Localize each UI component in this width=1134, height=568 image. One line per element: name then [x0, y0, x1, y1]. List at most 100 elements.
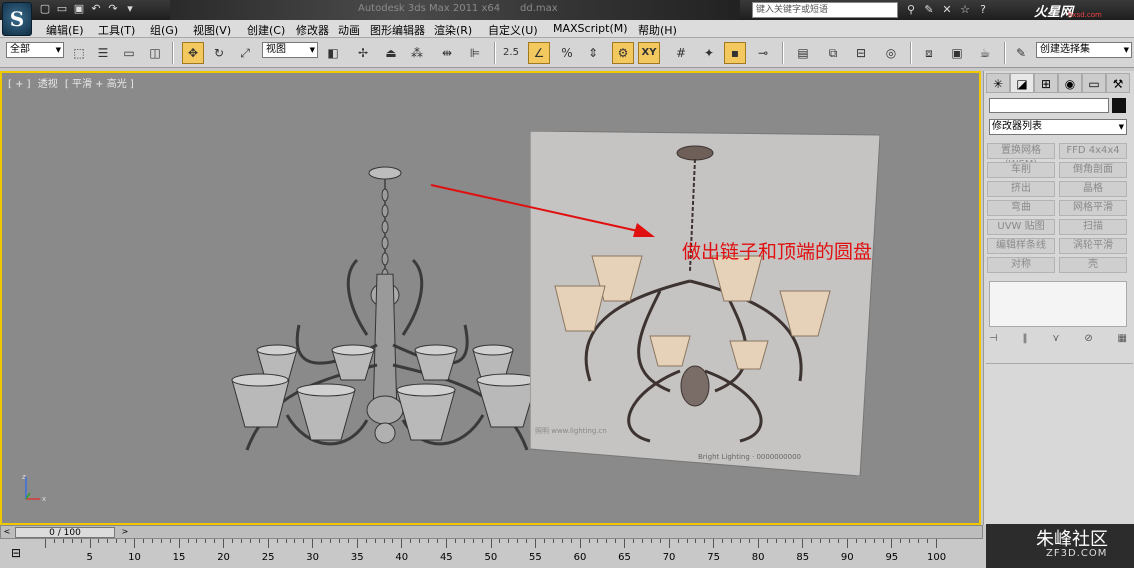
viewport-menu-plus[interactable]: [ + ] — [8, 79, 31, 90]
rotate-tool-icon[interactable]: ↻ — [208, 42, 230, 64]
xy-constraint-icon[interactable]: XY — [638, 42, 660, 64]
reference-coord-dropdown[interactable]: 视图 — [262, 42, 318, 58]
selection-filter-dropdown[interactable]: 全部 — [6, 42, 64, 58]
menu-animation[interactable]: 动画 — [338, 22, 360, 38]
modifier-button[interactable]: 倒角剖面 — [1059, 162, 1127, 178]
modifier-button[interactable]: 扫描 — [1059, 219, 1127, 235]
menu-create[interactable]: 创建(C) — [247, 22, 285, 38]
modifier-list-dropdown[interactable]: 修改器列表 — [989, 119, 1127, 135]
binoculars-icon[interactable]: ⚲ — [904, 2, 918, 17]
grid-snap-icon[interactable]: # — [670, 42, 692, 64]
layer-manager-icon[interactable]: ▤ — [792, 42, 814, 64]
menu-rendering[interactable]: 渲染(R) — [434, 22, 472, 38]
modifier-button[interactable]: 挤出 — [987, 181, 1055, 197]
modifier-button[interactable]: 网格平滑 — [1059, 200, 1127, 216]
keyboard-shortcut-icon[interactable]: ⏏ — [380, 42, 402, 64]
modifier-button[interactable]: FFD 4x4x4 — [1059, 143, 1127, 159]
configure-sets-icon[interactable]: ▦ — [1118, 333, 1127, 347]
next-frame-icon[interactable]: > — [119, 526, 131, 538]
tools-icon[interactable]: ✎ — [922, 2, 936, 17]
curve-editor-icon[interactable]: ⧉ — [822, 42, 844, 64]
modifier-button[interactable]: 对称 — [987, 257, 1055, 273]
named-selection-icon[interactable]: ✎ — [1010, 42, 1032, 64]
render-teapot-icon[interactable]: ☕ — [974, 42, 996, 64]
move-tool-icon[interactable]: ✥ — [182, 42, 204, 64]
tab-utilities-icon[interactable]: ⚒ — [1106, 73, 1130, 93]
pivot-center-icon[interactable]: ◧ — [322, 42, 344, 64]
menu-graph-editors[interactable]: 图形编辑器 — [370, 22, 425, 38]
menu-modifiers[interactable]: 修改器 — [296, 22, 329, 38]
angle-snap-icon[interactable]: ∠ — [528, 42, 550, 64]
redo-icon[interactable]: ↷ — [106, 2, 120, 16]
tab-create-icon[interactable]: ✳ — [986, 73, 1010, 93]
modifier-button[interactable]: 置换网格 (WSM) — [987, 143, 1055, 170]
menu-tools[interactable]: 工具(T) — [98, 22, 135, 38]
render-setup-icon[interactable]: ⧈ — [918, 42, 940, 64]
time-slider[interactable]: < 0 / 100 > — [0, 525, 983, 539]
modifier-button[interactable]: 晶格 — [1059, 181, 1127, 197]
menu-help[interactable]: 帮助(H) — [638, 22, 677, 38]
menu-customize[interactable]: 自定义(U) — [488, 22, 538, 38]
viewport-shading-mode[interactable]: [ 平滑 + 高光 ] — [65, 79, 134, 90]
viewport-view-name[interactable]: 透视 — [38, 79, 58, 90]
object-color-swatch[interactable] — [1112, 98, 1126, 113]
modifier-stack[interactable] — [989, 281, 1127, 327]
modifier-button[interactable]: 编辑样条线 — [987, 238, 1055, 254]
select-manipulate-icon[interactable]: ✢ — [352, 42, 374, 64]
viewport-label[interactable]: [ + ] 透视 [ 平滑 + 高光 ] — [8, 75, 138, 90]
named-selection-dropdown[interactable]: 创建选择集 — [1036, 42, 1132, 58]
window-crossing-icon[interactable]: ◫ — [144, 42, 166, 64]
modifier-button[interactable]: 涡轮平滑 — [1059, 238, 1127, 254]
snap-value-label[interactable]: 2.5 — [500, 42, 522, 64]
pivot-snap-icon[interactable]: ✦ — [698, 42, 720, 64]
percent-snap-icon[interactable]: % — [556, 42, 578, 64]
time-slider-handle[interactable]: 0 / 100 — [15, 527, 115, 538]
remove-modifier-icon[interactable]: ⊘ — [1084, 333, 1092, 347]
modifier-button[interactable]: 车削 — [987, 162, 1055, 178]
select-object-icon[interactable]: ⬚ — [68, 42, 90, 64]
modifier-button[interactable]: 壳 — [1059, 257, 1127, 273]
schematic-view-icon[interactable]: ⊟ — [850, 42, 872, 64]
search-input[interactable]: 键入关键字或短语 — [752, 2, 898, 18]
snap-3d-icon[interactable]: ⚙ — [612, 42, 634, 64]
open-file-icon[interactable]: ▭ — [55, 2, 69, 16]
prev-frame-icon[interactable]: < — [1, 526, 13, 538]
modifier-button[interactable]: 弯曲 — [987, 200, 1055, 216]
select-by-name-icon[interactable]: ☰ — [92, 42, 114, 64]
star-icon[interactable]: ☆ — [958, 2, 972, 17]
menu-group[interactable]: 组(G) — [150, 22, 178, 38]
tab-hierarchy-icon[interactable]: ⊞ — [1034, 73, 1058, 93]
help-icon[interactable]: ? — [976, 2, 990, 17]
mirror-icon[interactable]: ⇹ — [436, 42, 458, 64]
object-name-field[interactable] — [989, 98, 1109, 113]
menu-maxscript[interactable]: MAXScript(M) — [553, 22, 628, 35]
save-icon[interactable]: ▣ — [72, 2, 86, 16]
tab-display-icon[interactable]: ▭ — [1082, 73, 1106, 93]
menu-edit[interactable]: 编辑(E) — [46, 22, 84, 38]
make-unique-icon[interactable]: ⋎ — [1052, 333, 1059, 347]
pin-stack-icon[interactable]: ⊣ — [989, 333, 998, 347]
app-logo-button[interactable]: S — [2, 2, 32, 36]
show-end-result-icon[interactable]: ‖ — [1022, 333, 1027, 347]
modifier-button[interactable]: UVW 贴图 — [987, 219, 1055, 235]
align-icon[interactable]: ⊫ — [464, 42, 486, 64]
snap-toggle-icon[interactable]: ⁂ — [406, 42, 428, 64]
undo-icon[interactable]: ↶ — [89, 2, 103, 16]
perspective-viewport[interactable]: [ + ] 透视 [ 平滑 + 高光 ] 照明 www.lighting.cn … — [0, 71, 981, 525]
scale-tool-icon[interactable]: ⤢ — [234, 42, 256, 64]
track-bar-toggle-icon[interactable]: ⊟ — [4, 542, 28, 564]
rendered-frame-icon[interactable]: ▣ — [946, 42, 968, 64]
vertex-snap-icon[interactable]: ▪ — [724, 42, 746, 64]
material-editor-icon[interactable]: ◎ — [880, 42, 902, 64]
edge-snap-icon[interactable]: ⊸ — [752, 42, 774, 64]
rect-selection-icon[interactable]: ▭ — [118, 42, 140, 64]
new-file-icon[interactable]: ▢ — [38, 2, 52, 16]
track-bar[interactable]: ⊟ 05101520253035404550556065707580859095… — [0, 539, 983, 568]
spinner-snap-icon[interactable]: ⇕ — [582, 42, 604, 64]
close-icon[interactable]: ✕ — [940, 2, 954, 17]
tab-modify-icon[interactable]: ◪ — [1010, 73, 1034, 93]
track-bar-tick-label: 10 — [128, 552, 141, 563]
tab-motion-icon[interactable]: ◉ — [1058, 73, 1082, 93]
qat-dropdown-icon[interactable]: ▾ — [123, 2, 137, 16]
menu-views[interactable]: 视图(V) — [193, 22, 231, 38]
